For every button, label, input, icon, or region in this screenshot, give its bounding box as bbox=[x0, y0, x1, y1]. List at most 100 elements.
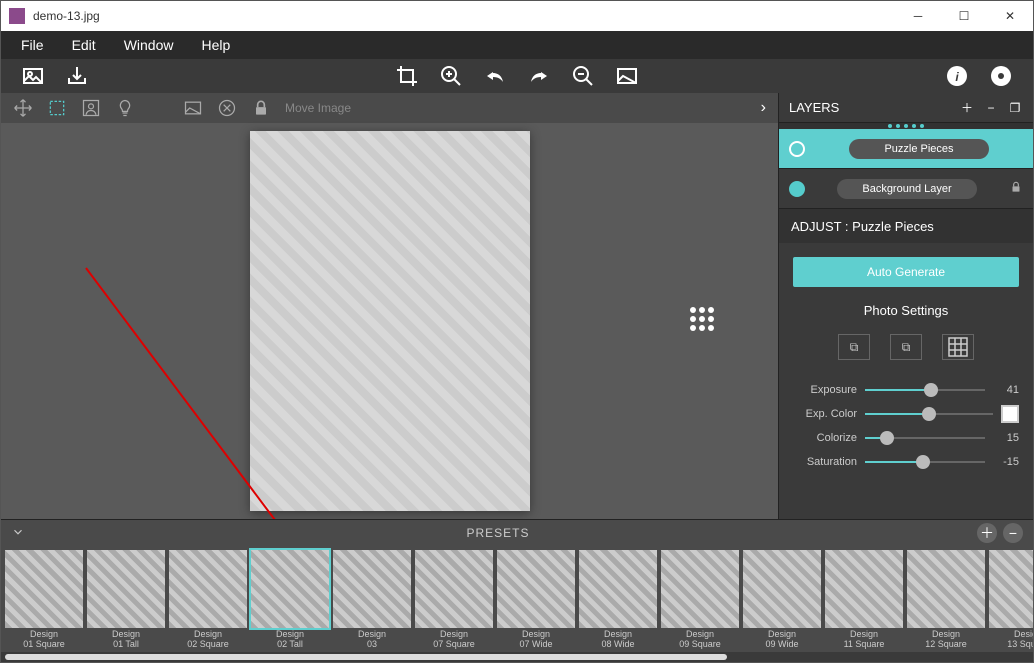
slider-saturation[interactable]: Saturation -15 bbox=[793, 450, 1019, 474]
remove-layer-icon[interactable]: − bbox=[983, 101, 999, 115]
layer-background[interactable]: Background Layer bbox=[779, 169, 1033, 209]
document-preview[interactable] bbox=[250, 131, 530, 511]
preset-item[interactable]: Design07 Wide bbox=[497, 550, 575, 650]
presets-panel: PRESETS ＋ − Design01 SquareDesign01 Tall… bbox=[1, 519, 1033, 662]
menu-window[interactable]: Window bbox=[112, 33, 186, 57]
undo-icon[interactable] bbox=[483, 64, 507, 88]
move-icon[interactable] bbox=[13, 98, 33, 118]
photo-settings-title: Photo Settings bbox=[793, 303, 1019, 318]
settings-icon[interactable] bbox=[989, 64, 1013, 88]
preset-item[interactable]: Design02 Tall bbox=[251, 550, 329, 650]
fit-icon[interactable] bbox=[615, 64, 639, 88]
zoom-out-icon[interactable] bbox=[571, 64, 595, 88]
preset-remove-icon[interactable]: − bbox=[1003, 523, 1023, 543]
layout-grid-icon[interactable] bbox=[942, 334, 974, 360]
slider-track[interactable] bbox=[865, 437, 985, 439]
preset-item[interactable]: Design07 Square bbox=[415, 550, 493, 650]
layout-option-2-icon[interactable]: ⧉ bbox=[890, 334, 922, 360]
preset-item[interactable]: Design12 Square bbox=[907, 550, 985, 650]
preset-item[interactable]: Design09 Square bbox=[661, 550, 739, 650]
preset-label: Design07 Square bbox=[433, 630, 475, 650]
slider-label: Saturation bbox=[793, 456, 857, 468]
preset-label: Design13 Square bbox=[1007, 630, 1033, 650]
close-button[interactable]: ✕ bbox=[987, 1, 1033, 31]
window-title: demo-13.jpg bbox=[33, 9, 895, 23]
preset-item[interactable]: Design09 Wide bbox=[743, 550, 821, 650]
presets-collapse-icon[interactable] bbox=[11, 525, 25, 542]
preset-item[interactable]: Design13 Square bbox=[989, 550, 1033, 650]
redo-icon[interactable] bbox=[527, 64, 551, 88]
image-icon[interactable] bbox=[21, 64, 45, 88]
maximize-button[interactable]: ☐ bbox=[941, 1, 987, 31]
slider-colorize[interactable]: Colorize 15 bbox=[793, 426, 1019, 450]
preset-label: Design01 Square bbox=[23, 630, 65, 650]
slider-label: Exposure bbox=[793, 384, 857, 396]
circle-x-icon[interactable] bbox=[217, 98, 237, 118]
titlebar: demo-13.jpg ─ ☐ ✕ bbox=[1, 1, 1033, 31]
export-icon[interactable] bbox=[65, 64, 89, 88]
preset-item[interactable]: Design11 Square bbox=[825, 550, 903, 650]
layout-option-1-icon[interactable]: ⧉ bbox=[838, 334, 870, 360]
preset-label: Design08 Wide bbox=[601, 630, 634, 650]
collapse-right-icon[interactable]: › bbox=[761, 99, 766, 117]
person-crop-icon[interactable] bbox=[81, 98, 101, 118]
preset-thumb bbox=[989, 550, 1033, 628]
layer-puzzle-pieces[interactable]: Puzzle Pieces bbox=[779, 129, 1033, 169]
zoom-in-icon[interactable] bbox=[439, 64, 463, 88]
preset-thumb bbox=[907, 550, 985, 628]
preset-thumb bbox=[5, 550, 83, 628]
layer-label: Puzzle Pieces bbox=[849, 139, 989, 159]
visibility-toggle-icon[interactable] bbox=[789, 181, 805, 197]
slider-track[interactable] bbox=[865, 389, 985, 391]
auto-generate-button[interactable]: Auto Generate bbox=[793, 257, 1019, 287]
visibility-toggle-icon[interactable] bbox=[789, 141, 805, 157]
preset-item[interactable]: Design01 Tall bbox=[87, 550, 165, 650]
grid-toggle-icon[interactable] bbox=[690, 307, 718, 335]
color-swatch[interactable] bbox=[1001, 405, 1019, 423]
preset-label: Design09 Wide bbox=[765, 630, 798, 650]
preset-label: Design11 Square bbox=[844, 630, 885, 650]
canvas[interactable] bbox=[1, 123, 778, 519]
preset-item[interactable]: Design03 bbox=[333, 550, 411, 650]
info-icon[interactable]: i bbox=[945, 64, 969, 88]
preset-add-icon[interactable]: ＋ bbox=[977, 523, 997, 543]
right-panel: LAYERS ＋ − ❐ Puzzle Pieces Background La… bbox=[778, 93, 1033, 519]
preset-label: Design12 Square bbox=[925, 630, 967, 650]
menu-edit[interactable]: Edit bbox=[60, 33, 108, 57]
slider-exp-color[interactable]: Exp. Color bbox=[793, 402, 1019, 426]
lock-icon[interactable] bbox=[251, 98, 271, 118]
bulb-icon[interactable] bbox=[115, 98, 135, 118]
preset-item[interactable]: Design02 Square bbox=[169, 550, 247, 650]
move-image-hint: Move Image bbox=[285, 101, 351, 115]
preset-scrollbar[interactable] bbox=[1, 652, 1033, 662]
menu-help[interactable]: Help bbox=[189, 33, 242, 57]
slider-track[interactable] bbox=[865, 413, 993, 415]
minimize-button[interactable]: ─ bbox=[895, 1, 941, 31]
select-icon[interactable] bbox=[47, 98, 67, 118]
preset-thumb bbox=[825, 550, 903, 628]
picture-icon[interactable] bbox=[183, 98, 203, 118]
preset-thumb bbox=[87, 550, 165, 628]
preset-item[interactable]: Design08 Wide bbox=[579, 550, 657, 650]
slider-value: 41 bbox=[993, 384, 1019, 396]
preset-label: Design02 Square bbox=[187, 630, 229, 650]
slider-label: Exp. Color bbox=[793, 408, 857, 420]
lock-icon bbox=[1009, 180, 1023, 197]
main-toolbar: i bbox=[1, 59, 1033, 93]
add-layer-icon[interactable]: ＋ bbox=[959, 99, 975, 116]
canvas-toolbar: Move Image › bbox=[1, 93, 778, 123]
preset-strip[interactable]: Design01 Square Design01 Tall Design02 Squ… bbox=[1, 546, 1033, 652]
preset-thumb bbox=[497, 550, 575, 628]
slider-exposure[interactable]: Exposure 41 bbox=[793, 378, 1019, 402]
duplicate-layer-icon[interactable]: ❐ bbox=[1007, 101, 1023, 115]
slider-value: -15 bbox=[993, 456, 1019, 468]
slider-value: 15 bbox=[993, 432, 1019, 444]
preset-thumb bbox=[415, 550, 493, 628]
slider-track[interactable] bbox=[865, 461, 985, 463]
preset-item[interactable]: Design01 Square bbox=[5, 550, 83, 650]
crop-icon[interactable] bbox=[395, 64, 419, 88]
menu-file[interactable]: File bbox=[9, 33, 56, 57]
slider-label: Colorize bbox=[793, 432, 857, 444]
layers-header: LAYERS ＋ − ❐ bbox=[779, 93, 1033, 123]
preset-thumb bbox=[579, 550, 657, 628]
